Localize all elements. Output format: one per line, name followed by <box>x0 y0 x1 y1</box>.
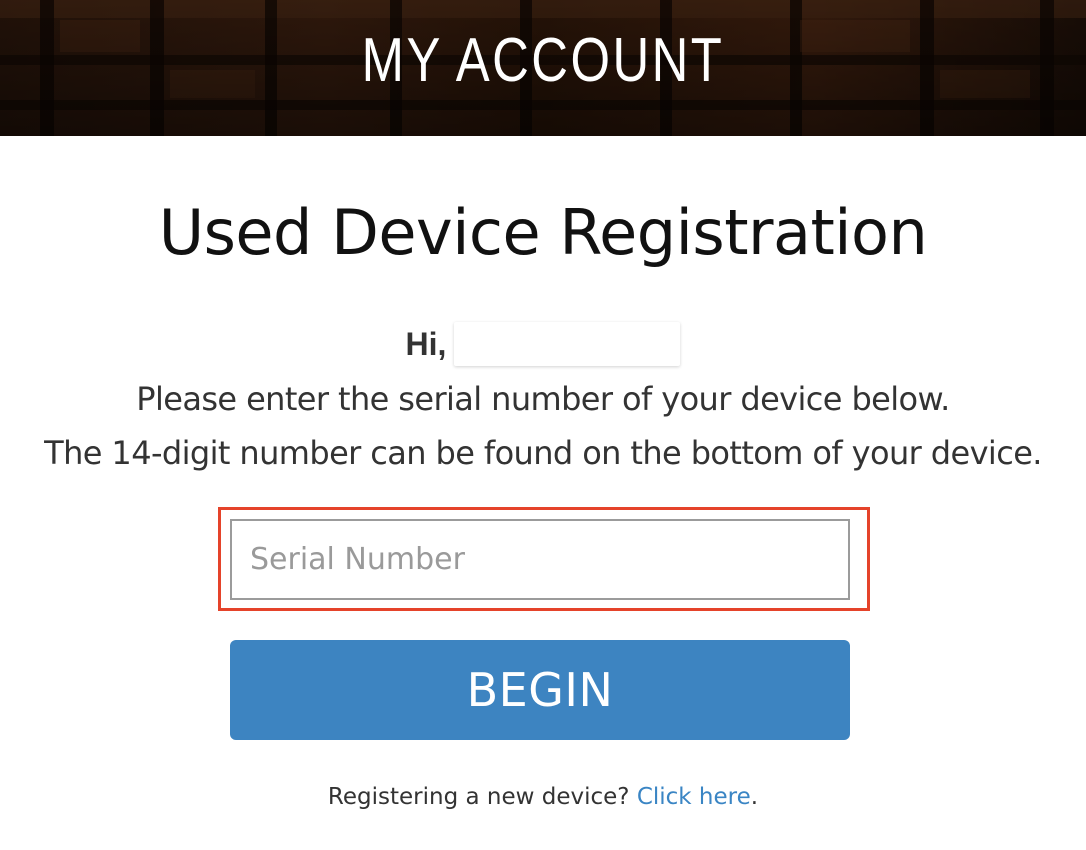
new-device-line: Registering a new device? Click here. <box>0 784 1086 810</box>
begin-button[interactable]: BEGIN <box>230 640 850 740</box>
user-name-box <box>454 322 681 366</box>
greeting: Hi, <box>0 322 1086 370</box>
header-banner: MY ACCOUNT <box>0 0 1086 136</box>
page-title: Used Device Registration <box>158 196 928 269</box>
new-device-suffix: . <box>750 784 759 810</box>
serial-number-input[interactable] <box>230 519 850 600</box>
page: MY ACCOUNT Used Device Registration Hi, … <box>0 0 1086 850</box>
instruction-line-1: Please enter the serial number of your d… <box>136 380 950 418</box>
header-title: MY ACCOUNT <box>361 25 725 95</box>
click-here-link[interactable]: Click here <box>637 784 751 810</box>
new-device-prompt: Registering a new device? <box>327 784 630 810</box>
greeting-label: Hi, <box>405 326 447 362</box>
instruction-line-2: The 14-digit number can be found on the … <box>44 434 1042 472</box>
